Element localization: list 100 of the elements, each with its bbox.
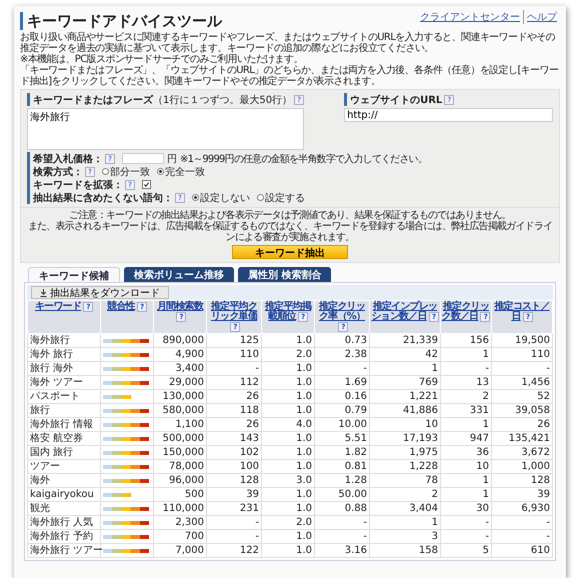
table-cell: 110 xyxy=(206,348,262,362)
table-cell: パスポート xyxy=(28,390,100,404)
table-cell: - xyxy=(206,516,262,530)
header-link[interactable]: ヘルプ xyxy=(523,10,560,24)
checkbox[interactable] xyxy=(142,180,151,189)
table-cell: 10.00 xyxy=(314,418,370,432)
table-cell: 1.0 xyxy=(262,502,314,516)
radio-button[interactable] xyxy=(257,194,264,201)
table-cell: 102 xyxy=(206,446,262,460)
table-cell: 1.0 xyxy=(262,390,314,404)
notice-text: ご注意：キーワードの抽出結果および各表示データは予測値であり、結果を保証するものではありません。 xyxy=(68,210,512,221)
tab[interactable]: キーワード候補 xyxy=(28,267,120,282)
table-cell: 947 xyxy=(440,432,492,446)
table-cell: 19,500 xyxy=(492,334,552,348)
table-cell: 2 xyxy=(440,390,492,404)
table-cell: 21,339 xyxy=(370,334,440,348)
table-cell: 1.0 xyxy=(262,334,314,348)
table-cell: 130,000 xyxy=(154,390,206,404)
table-cell: 36 xyxy=(440,446,492,460)
table-cell: 125 xyxy=(206,334,262,348)
url-input[interactable]: http:// xyxy=(344,108,553,122)
table-cell: 26 xyxy=(206,390,262,404)
tab[interactable]: 属性別 検索割合 xyxy=(238,267,332,282)
table-cell: - xyxy=(314,516,370,530)
table-cell: 4.0 xyxy=(262,418,314,432)
price-input[interactable] xyxy=(122,153,164,164)
table-cell: 158 xyxy=(370,544,440,558)
table-cell: 1.0 xyxy=(262,376,314,390)
table-cell: 海外 xyxy=(28,474,100,488)
table-cell: - xyxy=(440,362,492,376)
table-cell: 500,000 xyxy=(154,432,206,446)
radio-label: 完全一致 xyxy=(165,166,205,178)
table-cell: - xyxy=(314,362,370,376)
table-cell: - xyxy=(492,362,552,376)
table-cell: - xyxy=(440,530,492,544)
table-cell: 7,000 xyxy=(154,544,206,558)
table-cell: 1.0 xyxy=(262,362,314,376)
option-label: 検索方式： xyxy=(33,165,83,178)
table-cell: 231 xyxy=(206,502,262,516)
table-cell: 1,100 xyxy=(154,418,206,432)
unit-label: 円 xyxy=(167,152,177,166)
radio-button[interactable] xyxy=(192,194,199,201)
tab[interactable]: 検索ボリューム推移 xyxy=(124,267,234,282)
table-cell: 2.38 xyxy=(314,348,370,362)
table-cell: 110 xyxy=(492,348,552,362)
table-cell: kaigairyokou xyxy=(28,488,100,502)
keyword-input[interactable]: 海外旅行 xyxy=(27,108,304,150)
table-cell: 1 xyxy=(440,348,492,362)
table-cell: 1.0 xyxy=(262,544,314,558)
table-cell: 100 xyxy=(206,460,262,474)
table-cell: 1,221 xyxy=(370,390,440,404)
table-cell: 1 xyxy=(370,362,440,376)
table-cell: 3,404 xyxy=(370,502,440,516)
table-cell: - xyxy=(206,530,262,544)
table-cell: 143 xyxy=(206,432,262,446)
table-cell: 海外旅行 予約 xyxy=(28,530,100,544)
header-link[interactable]: クライアントセンター xyxy=(417,10,523,24)
field-label: キーワードまたはフレーズ xyxy=(33,94,153,106)
table-cell: 42 xyxy=(370,348,440,362)
page-title: キーワードアドバイスツール xyxy=(20,12,222,30)
table-cell: 500 xyxy=(154,488,206,502)
table-cell: 海外旅行 人気 xyxy=(28,516,100,530)
description-text: ※本機能は、PC版スポンサードサーチでのみご利用いただけます。 xyxy=(20,54,304,65)
table-cell: 1.0 xyxy=(262,404,314,418)
table-cell: - xyxy=(492,530,552,544)
radio-button[interactable] xyxy=(157,168,164,175)
table-cell: 1.0 xyxy=(262,488,314,502)
table-cell: 1.0 xyxy=(262,446,314,460)
table-cell: 2 xyxy=(370,488,440,502)
table-cell: 890,000 xyxy=(154,334,206,348)
table-cell: 700 xyxy=(154,530,206,544)
table-cell: ツアー xyxy=(28,460,100,474)
radio-label: 設定しない xyxy=(200,192,250,204)
table-cell: 3 xyxy=(370,530,440,544)
table-cell: 観光 xyxy=(28,502,100,516)
table-cell: 3.0 xyxy=(262,474,314,488)
extract-button[interactable]: キーワード抽出 xyxy=(232,245,348,259)
table-cell: 112 xyxy=(206,376,262,390)
table-cell: 29,000 xyxy=(154,376,206,390)
table-cell: 1 xyxy=(440,418,492,432)
table-cell: 6,930 xyxy=(492,502,552,516)
table-cell: 39 xyxy=(492,488,552,502)
table-cell: 128 xyxy=(492,474,552,488)
table-cell: 2,300 xyxy=(154,516,206,530)
radio-button[interactable] xyxy=(102,168,109,175)
table-cell: 3.16 xyxy=(314,544,370,558)
table-cell: 769 xyxy=(370,376,440,390)
description-text: 「キーワードまたはフレーズ」、「ウェブサイトのURL」のどちらか、または両方を入力後、各条件（任意）を設定し[キーワード抽出]をクリックしてください。関連キーワードやその推定データが表示されます。 xyxy=(20,65,560,87)
table-cell: 78,000 xyxy=(154,460,206,474)
radio-label: 設定する xyxy=(265,192,305,204)
table-cell: 13 xyxy=(440,376,492,390)
download-button[interactable]: 抽出結果をダウンロード xyxy=(31,286,169,299)
table-cell: 3,400 xyxy=(154,362,206,376)
table-cell: 0.81 xyxy=(314,460,370,474)
table-cell: 1 xyxy=(440,488,492,502)
option-label: 抽出結果に含めたくない語句： xyxy=(33,192,173,204)
option-label: キーワードを拡張： xyxy=(33,178,123,192)
table-cell: 0.73 xyxy=(314,334,370,348)
table-cell: 78 xyxy=(370,474,440,488)
table-cell: 26 xyxy=(206,418,262,432)
